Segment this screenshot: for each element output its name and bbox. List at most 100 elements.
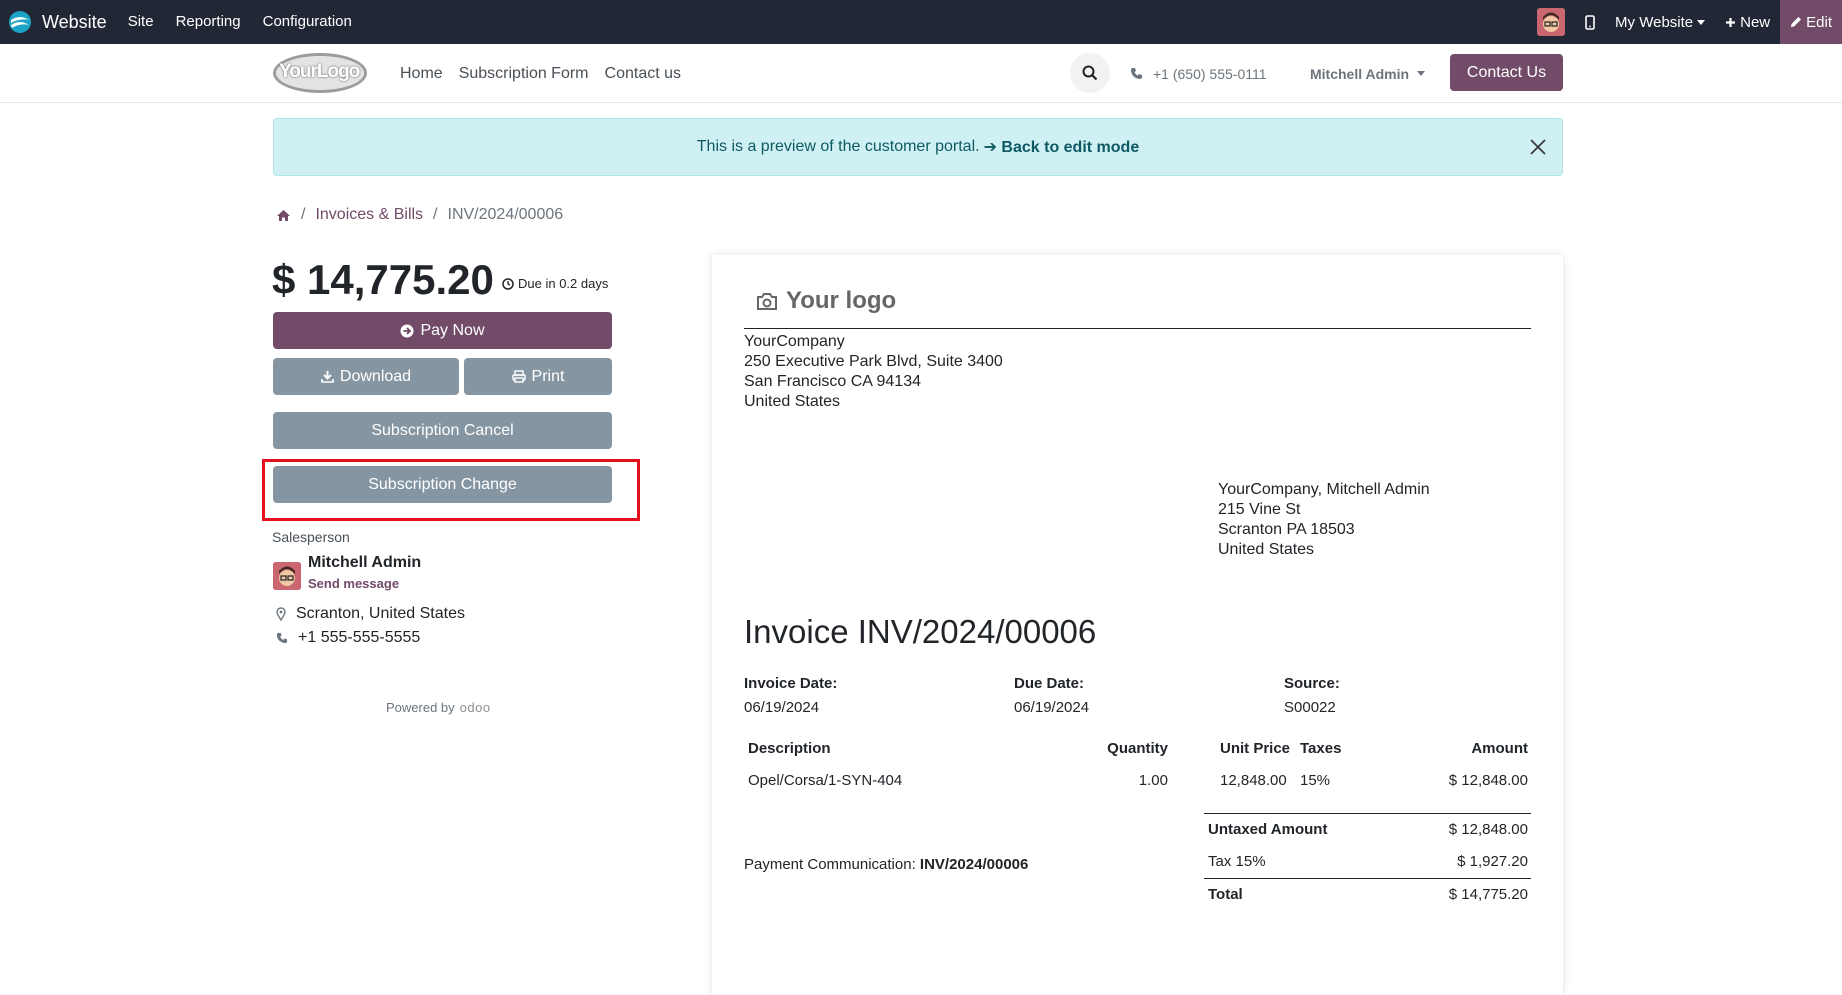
invoice-date-label: Invoice Date: bbox=[744, 675, 838, 692]
amount-due: $ 14,775.20 bbox=[272, 256, 494, 303]
chevron-down-icon bbox=[1697, 19, 1706, 25]
col-quantity: Quantity bbox=[1107, 740, 1168, 757]
user-avatar-button[interactable] bbox=[1527, 0, 1575, 44]
header-phone[interactable]: +1 (650) 555-0111 bbox=[1130, 44, 1267, 103]
menu-configuration[interactable]: Configuration bbox=[252, 0, 363, 44]
company-address-line: 250 Executive Park Blvd, Suite 3400 bbox=[744, 353, 1003, 370]
edit-button[interactable]: Edit bbox=[1780, 0, 1842, 44]
powered-by: Powered by odoo bbox=[386, 700, 491, 715]
totals-divider bbox=[1204, 813, 1531, 814]
source-label: Source: bbox=[1284, 675, 1340, 692]
print-label: Print bbox=[531, 367, 565, 385]
nav-contact-us[interactable]: Contact us bbox=[597, 65, 689, 83]
search-button[interactable] bbox=[1070, 53, 1110, 93]
company-address-line: United States bbox=[744, 393, 841, 410]
odoo-logo[interactable]: odoo bbox=[460, 700, 491, 715]
col-description: Description bbox=[748, 740, 831, 757]
website-app-icon bbox=[9, 11, 31, 33]
download-button[interactable]: Download bbox=[273, 358, 459, 395]
download-label: Download bbox=[339, 367, 412, 385]
back-to-edit-link[interactable]: ➔ Back to edit mode bbox=[984, 137, 1140, 157]
salesperson-avatar-icon bbox=[273, 562, 301, 590]
pay-now-label: Pay Now bbox=[420, 321, 485, 339]
admin-navbar: Website Site Reporting Configuration My … bbox=[0, 0, 1842, 44]
pay-now-button[interactable]: Pay Now bbox=[273, 312, 612, 349]
invoice-document: Your logo YourCompany 250 Executive Park… bbox=[712, 255, 1563, 995]
line-amount: $ 12,848.00 bbox=[1448, 772, 1528, 789]
customer-address-line: YourCompany, Mitchell Admin bbox=[1218, 481, 1430, 498]
payment-communication: Payment Communication: INV/2024/00006 bbox=[744, 856, 1028, 873]
clock-icon bbox=[502, 277, 514, 290]
breadcrumb-current: INV/2024/00006 bbox=[447, 206, 564, 223]
untaxed-value: $ 12,848.00 bbox=[1448, 821, 1528, 838]
avatar bbox=[1537, 8, 1566, 36]
new-button[interactable]: New bbox=[1715, 0, 1780, 44]
due-date-label: Due Date: bbox=[1014, 675, 1085, 692]
salesperson-location-text: Scranton, United States bbox=[296, 605, 465, 622]
site-nav: Home Subscription Form Contact us bbox=[392, 44, 689, 103]
nav-home[interactable]: Home bbox=[392, 65, 451, 83]
breadcrumb: / Invoices & Bills / INV/2024/00006 bbox=[276, 206, 563, 224]
app-name: Website bbox=[42, 11, 107, 32]
invoice-date-value: 06/19/2024 bbox=[744, 699, 820, 716]
nav-subscription-form[interactable]: Subscription Form bbox=[451, 65, 597, 83]
menu-reporting[interactable]: Reporting bbox=[165, 0, 252, 44]
source: Source: S00022 bbox=[1284, 675, 1340, 716]
user-menu[interactable]: Mitchell Admin bbox=[1310, 44, 1426, 103]
print-button[interactable]: Print bbox=[464, 358, 612, 395]
invoice-logo: Your logo bbox=[756, 287, 896, 315]
plus-icon bbox=[1726, 17, 1736, 27]
site-logo-text: YourLogo bbox=[279, 61, 360, 82]
subscription-change-button[interactable]: Subscription Change bbox=[273, 466, 612, 503]
tax-label: Tax 15% bbox=[1208, 853, 1266, 870]
contact-us-button[interactable]: Contact Us bbox=[1450, 54, 1563, 91]
header-phone-number: +1 (650) 555-0111 bbox=[1153, 65, 1267, 82]
mobile-preview-button[interactable] bbox=[1575, 0, 1605, 44]
salesperson-phone: +1 555-555-5555 bbox=[276, 629, 420, 647]
col-unit-price: Unit Price bbox=[1220, 740, 1291, 757]
salesperson-avatar bbox=[273, 562, 301, 590]
line-quantity: 1.00 bbox=[1138, 772, 1168, 789]
powered-by-text: Powered by bbox=[386, 700, 455, 715]
subscription-cancel-button[interactable]: Subscription Cancel bbox=[273, 412, 612, 449]
download-icon bbox=[321, 371, 334, 383]
total-divider bbox=[1204, 878, 1531, 879]
customer-address-line: 215 Vine St bbox=[1218, 501, 1301, 518]
salesperson-label: Salesperson bbox=[272, 529, 350, 545]
source-value: S00022 bbox=[1284, 699, 1336, 716]
col-taxes: Taxes bbox=[1300, 740, 1342, 757]
due-date: Due Date: 06/19/2024 bbox=[1014, 675, 1089, 716]
app-brand[interactable]: Website bbox=[0, 0, 107, 44]
arrow-circle-right-icon bbox=[400, 324, 414, 337]
close-icon[interactable] bbox=[1528, 137, 1548, 157]
company-address-line: YourCompany bbox=[744, 333, 845, 350]
customer-address: YourCompany, Mitchell Admin 215 Vine St … bbox=[1218, 480, 1430, 560]
home-icon[interactable] bbox=[276, 209, 291, 222]
invoice-date: Invoice Date: 06/19/2024 bbox=[744, 675, 837, 716]
line-description: Opel/Corsa/1-SYN-404 bbox=[748, 772, 903, 789]
line-unit-price: 12,848.00 bbox=[1220, 772, 1287, 789]
customer-address-line: United States bbox=[1218, 541, 1315, 558]
company-address-line: San Francisco CA 94134 bbox=[744, 373, 921, 390]
chevron-down-icon bbox=[1417, 71, 1426, 76]
breadcrumb-invoices[interactable]: Invoices & Bills bbox=[315, 206, 423, 224]
menu-site[interactable]: Site bbox=[117, 0, 165, 44]
preview-alert: This is a preview of the customer portal… bbox=[273, 118, 1563, 176]
pencil-icon bbox=[1791, 17, 1802, 27]
search-icon bbox=[1082, 65, 1098, 81]
camera-icon bbox=[757, 292, 777, 310]
total-label: Total bbox=[1208, 886, 1243, 903]
send-message-link[interactable]: Send message bbox=[308, 576, 399, 591]
due-text: Due in 0.2 days bbox=[518, 276, 609, 291]
print-icon bbox=[511, 370, 526, 383]
alert-text: This is a preview of the customer portal… bbox=[696, 138, 980, 155]
company-address: YourCompany 250 Executive Park Blvd, Sui… bbox=[744, 332, 1003, 412]
map-marker-icon bbox=[276, 607, 286, 621]
col-amount: Amount bbox=[1471, 740, 1528, 757]
salesperson-location: Scranton, United States bbox=[276, 605, 465, 623]
total-value: $ 14,775.20 bbox=[1448, 886, 1528, 903]
edit-label: Edit bbox=[1806, 13, 1832, 31]
website-switcher[interactable]: My Website bbox=[1605, 0, 1715, 44]
invoice-title: Invoice INV/2024/00006 bbox=[744, 613, 1097, 650]
mobile-icon bbox=[1585, 14, 1595, 30]
